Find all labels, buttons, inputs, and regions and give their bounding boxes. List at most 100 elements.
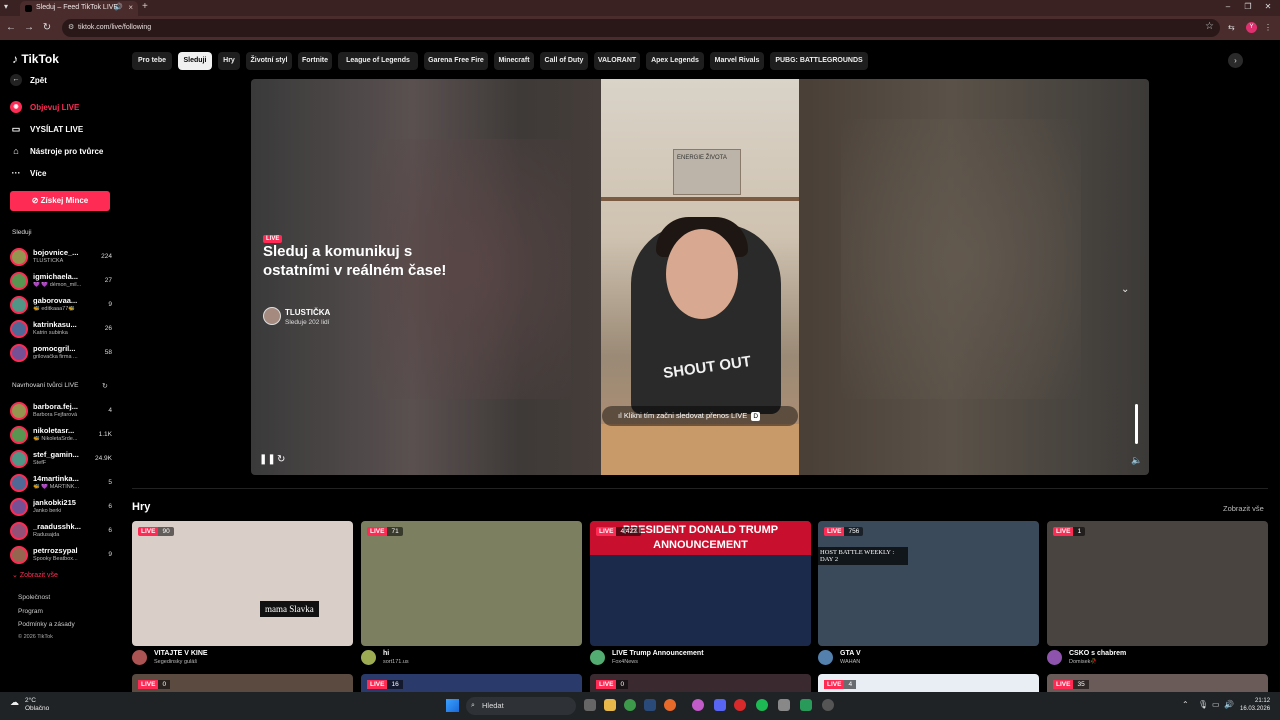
steam-icon[interactable] xyxy=(644,699,656,711)
creator-row[interactable]: katrinkasu... Katrin subinka 26 xyxy=(10,316,112,338)
speaker-tray-icon[interactable]: 🔊 xyxy=(1224,700,1234,709)
see-all-link[interactable]: Zobrazit vše xyxy=(1223,504,1264,513)
app-icon[interactable] xyxy=(822,699,834,711)
chip-8[interactable]: Call of Duty xyxy=(540,52,588,70)
streamer-name[interactable]: Fox4News xyxy=(612,659,638,665)
live-card[interactable]: LIVE 0 xyxy=(590,674,811,692)
footer-terms[interactable]: Podmínky a zásady xyxy=(18,621,75,628)
streamer-avatar[interactable] xyxy=(1047,650,1062,665)
close-tab-icon[interactable]: × xyxy=(128,1,133,15)
chevron-down-icon[interactable]: ⌄ xyxy=(1121,284,1129,295)
forward-icon[interactable]: → xyxy=(22,21,36,35)
chip-2[interactable]: Hry xyxy=(218,52,240,70)
streamer-avatar[interactable] xyxy=(590,650,605,665)
stream-title[interactable]: hi xyxy=(383,650,389,657)
creator-row[interactable]: gaborovaa... 🐝 editkaaa77🐝 9 xyxy=(10,292,112,314)
maximize-icon[interactable]: ❐ xyxy=(1238,0,1258,14)
speaker-icon[interactable]: 🔊 xyxy=(114,1,123,15)
site-info-icon[interactable]: ⚙ xyxy=(68,23,76,32)
chip-4[interactable]: Fortnite xyxy=(298,52,332,70)
nav-creator-tools[interactable]: ⌂ Nástroje pro tvůrce xyxy=(10,145,103,157)
back-link[interactable]: ← Zpět xyxy=(10,74,47,86)
chip-10[interactable]: Apex Legends xyxy=(646,52,704,70)
refresh-icon[interactable]: ↻ xyxy=(277,454,285,465)
app-icon[interactable] xyxy=(800,699,812,711)
streamer-name[interactable]: Domisek🥀 xyxy=(1069,659,1097,665)
live-card[interactable]: LIVE 16 xyxy=(361,674,582,692)
chip-1[interactable]: Sleduji xyxy=(178,52,212,70)
url-text[interactable]: tiktok.com/live/following xyxy=(78,19,151,37)
chip-7[interactable]: Minecraft xyxy=(494,52,534,70)
extensions-icon[interactable]: ⇆ xyxy=(1228,22,1235,34)
stream-title[interactable]: GTA V xyxy=(840,650,861,657)
browser-tab[interactable]: Sleduj – Feed TikTok LIVE 🔊 × xyxy=(20,1,138,16)
creator-row[interactable]: petrrozsypal Spooky Beatbox... 9 xyxy=(10,542,112,564)
address-bar[interactable]: ⚙ tiktok.com/live/following ☆ xyxy=(62,19,1220,37)
live-card[interactable]: LIVE 71 xyxy=(361,521,582,646)
volume-slider[interactable] xyxy=(1135,404,1138,444)
minimize-icon[interactable]: – xyxy=(1218,0,1238,14)
back-icon[interactable]: ← xyxy=(4,21,18,35)
chip-6[interactable]: Garena Free Fire xyxy=(424,52,488,70)
live-card[interactable]: HOST BATTLE WEEKLY : DAY 2 LIVE 756 xyxy=(818,521,1039,646)
chip-11[interactable]: Marvel Rivals xyxy=(710,52,764,70)
browser-app-icon[interactable] xyxy=(692,699,704,711)
host-avatar[interactable] xyxy=(263,307,281,325)
chip-3[interactable]: Životní styl xyxy=(246,52,292,70)
volume-icon[interactable]: 🔈 xyxy=(1131,455,1142,466)
bookmark-star-icon[interactable]: ☆ xyxy=(1205,21,1214,32)
menu-icon[interactable]: ⋮ xyxy=(1264,22,1272,34)
stream-title[interactable]: VITAJTE V KINE xyxy=(154,650,208,657)
windows-start-icon[interactable] xyxy=(446,699,459,712)
tab-list-icon[interactable]: ▾ xyxy=(4,0,8,14)
firefox-icon[interactable] xyxy=(664,699,676,711)
discord-icon[interactable] xyxy=(714,699,726,711)
show-all-link[interactable]: ⌄ Zobrazit vše xyxy=(12,571,58,579)
live-card[interactable]: PRESIDENT DONALD TRUMP ANNOUNCEMENT LIVE 4… xyxy=(590,521,811,646)
tiktok-logo[interactable]: ♪ TikTok xyxy=(12,52,59,66)
close-window-icon[interactable]: ✕ xyxy=(1258,0,1278,14)
network-icon[interactable]: ▭ xyxy=(1212,700,1220,709)
creator-row[interactable]: jankobki215 Janko berki 6 xyxy=(10,494,112,516)
chip-9[interactable]: VALORANT xyxy=(594,52,640,70)
creator-row[interactable]: stef_gamin... StefF 24.9K xyxy=(10,446,112,468)
creator-row[interactable]: nikoletasr... 🐝 NikoletaSrde... 1.1K xyxy=(10,422,112,444)
live-card[interactable]: mama Slavka LIVE 90 xyxy=(132,521,353,646)
streamer-name[interactable]: sort171.us xyxy=(383,659,409,665)
stream-title[interactable]: LIVE Trump Announcement xyxy=(612,650,704,657)
streamer-avatar[interactable] xyxy=(361,650,376,665)
pause-icon[interactable]: ❚❚ xyxy=(259,454,276,465)
weather-widget[interactable]: ☁ 2°C Oblačno xyxy=(10,697,49,713)
creator-row[interactable]: 14martinka... 🐝 💜 MARTINK... 5 xyxy=(10,470,112,492)
creator-row[interactable]: igmichaela... 💜 💜 démon_mil... 27 xyxy=(10,268,112,290)
mic-icon[interactable]: 🎙 xyxy=(1198,700,1208,709)
chips-next-icon[interactable]: › xyxy=(1228,53,1243,68)
chip-12[interactable]: PUBG: BATTLEGROUNDS xyxy=(770,52,868,70)
live-card[interactable]: LIVE 4 xyxy=(818,674,1039,692)
streamer-avatar[interactable] xyxy=(132,650,147,665)
nav-go-live[interactable]: ▭ VYSÍLAT LIVE xyxy=(10,123,83,135)
footer-company[interactable]: Společnost xyxy=(18,594,50,601)
streamer-avatar[interactable] xyxy=(818,650,833,665)
nav-discover-live[interactable]: ◉ Objevuj LIVE xyxy=(10,101,79,113)
streamer-name[interactable]: WAHAN xyxy=(840,659,860,665)
watch-live-prompt[interactable]: ıl Klikni tím začni sledovat přenos LIVE… xyxy=(602,406,798,426)
footer-program[interactable]: Program xyxy=(18,608,43,615)
stream-title[interactable]: CSKO s chabrem xyxy=(1069,650,1126,657)
opera-icon[interactable] xyxy=(734,699,746,711)
app-icon[interactable] xyxy=(778,699,790,711)
refresh-icon[interactable]: ↻ xyxy=(102,382,108,390)
host-name[interactable]: TLUSTIČKA xyxy=(285,308,330,317)
spotify-icon[interactable] xyxy=(756,699,768,711)
profile-avatar[interactable]: Y xyxy=(1246,22,1257,33)
creator-row[interactable]: bojovnice_... TLUSTIČKA 224 xyxy=(10,244,112,266)
taskbar-search[interactable]: ⌕ Hledat xyxy=(466,697,576,715)
clock[interactable]: 21:12 16.03.2026 xyxy=(1240,697,1270,713)
chrome-icon[interactable] xyxy=(624,699,636,711)
live-hero-player[interactable]: ENERGIE ŽIVOTA SHOUT OUT ıl Klikni tím z… xyxy=(251,79,1149,475)
chip-5[interactable]: League of Legends xyxy=(338,52,418,70)
get-coins-button[interactable]: ⊘ Získej Mince xyxy=(10,191,110,211)
creator-row[interactable]: barbora.fej... Barbora Fejfarová 4 xyxy=(10,398,112,420)
creator-row[interactable]: pomocgril... grilovačka firma ... 58 xyxy=(10,340,112,362)
new-tab-button[interactable]: + xyxy=(142,0,148,14)
